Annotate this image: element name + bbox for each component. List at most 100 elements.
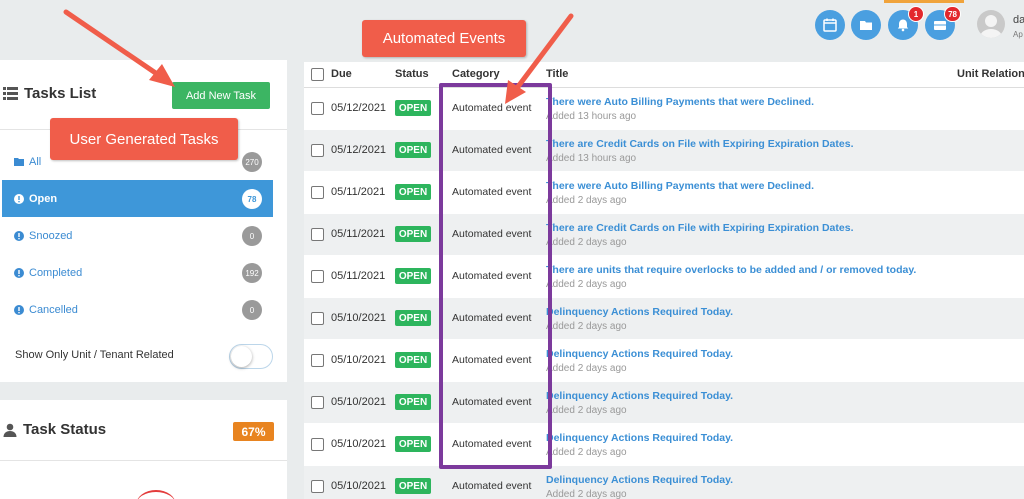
task-added-time: Added 2 days ago (546, 363, 627, 374)
table-row[interactable]: 05/10/2021 OPEN Automated event Delinquency… (304, 424, 1024, 466)
task-added-time: Added 2 days ago (546, 279, 627, 290)
task-title-link[interactable]: Delinquency Actions Required Today. (546, 390, 733, 402)
filter-label: Snoozed (29, 229, 73, 242)
row-checkbox[interactable] (311, 396, 324, 409)
tasks-list-heading: Tasks List (3, 85, 96, 102)
filter-cancelled[interactable]: Cancelled 0 (2, 291, 273, 328)
add-new-task-button[interactable]: Add New Task (172, 82, 270, 109)
due-date: 05/11/2021 (331, 270, 386, 282)
calendar-button[interactable] (815, 10, 845, 40)
column-category[interactable]: Category (452, 68, 500, 80)
column-due[interactable]: Due (331, 68, 352, 80)
due-date: 05/11/2021 (331, 228, 386, 240)
exclamation-icon (14, 304, 24, 315)
task-status-heading: Task Status (3, 421, 106, 438)
due-date: 05/10/2021 (331, 354, 387, 366)
column-status[interactable]: Status (395, 68, 429, 80)
toggle-knob (231, 346, 252, 367)
unit-tenant-toggle-label: Show Only Unit / Tenant Related (15, 349, 174, 361)
folder-button[interactable] (851, 10, 881, 40)
unit-tenant-toggle[interactable] (229, 344, 273, 369)
task-title-link[interactable]: There are units that require overlocks t… (546, 264, 916, 276)
task-title-link[interactable]: There are Credit Cards on File with Expi… (546, 222, 853, 234)
due-date: 05/10/2021 (331, 312, 387, 324)
status-badge: OPEN (395, 184, 431, 200)
automated-events-callout: Automated Events (362, 20, 526, 57)
select-all-checkbox[interactable] (311, 68, 324, 81)
due-date: 05/12/2021 (331, 102, 387, 114)
notifications-button[interactable]: 1 (888, 6, 924, 40)
task-added-time: Added 13 hours ago (546, 153, 637, 164)
table-row[interactable]: 05/10/2021 OPEN Automated event Delinquency… (304, 298, 1024, 340)
automated-events-highlight (439, 83, 552, 469)
filter-label: All (29, 155, 42, 168)
column-unit-relation[interactable]: Unit Relation (957, 68, 1024, 80)
filter-count: 78 (242, 189, 262, 209)
task-title-link[interactable]: Delinquency Actions Required Today. (546, 474, 733, 486)
filter-snoozed[interactable]: Snoozed 0 (2, 217, 273, 254)
notification-count-badge: 1 (908, 6, 924, 22)
category-cell: Automated event (452, 480, 532, 492)
task-added-time: Added 2 days ago (546, 489, 627, 499)
task-title-link[interactable]: There were Auto Billing Payments that we… (546, 180, 814, 192)
table-row[interactable]: 05/11/2021 OPEN Automated event There were … (304, 172, 1024, 214)
folder-icon (860, 21, 872, 30)
row-checkbox[interactable] (311, 354, 324, 367)
row-checkbox[interactable] (311, 186, 324, 199)
filter-label: Open (29, 192, 58, 205)
user-icon (3, 423, 17, 437)
table-row[interactable]: 05/10/2021 OPEN Automated event Delinquency… (304, 382, 1024, 424)
filter-open[interactable]: Open 78 (2, 180, 273, 217)
divider (0, 460, 287, 461)
bell-icon (897, 19, 909, 32)
task-added-time: Added 13 hours ago (546, 111, 637, 122)
task-title-link[interactable]: There were Auto Billing Payments that we… (546, 96, 814, 108)
due-date: 05/10/2021 (331, 480, 387, 492)
table-row[interactable]: 05/11/2021 OPEN Automated event There are u… (304, 256, 1024, 298)
task-title-link[interactable]: Delinquency Actions Required Today. (546, 432, 733, 444)
folder-icon (14, 157, 24, 167)
table-row[interactable]: 05/12/2021 OPEN Automated event There were … (304, 88, 1024, 130)
exclamation-icon (14, 230, 24, 241)
task-title-link[interactable]: Delinquency Actions Required Today. (546, 348, 733, 360)
messages-button[interactable]: 78 (925, 6, 961, 40)
task-added-time: Added 2 days ago (546, 321, 627, 332)
filter-label: Completed (29, 266, 83, 279)
row-checkbox[interactable] (311, 270, 324, 283)
top-accent-strip (884, 0, 964, 3)
inbox-icon (934, 21, 946, 30)
user-avatar[interactable] (977, 10, 1005, 38)
column-title[interactable]: Title (546, 68, 568, 80)
status-badge: OPEN (395, 478, 431, 494)
row-checkbox[interactable] (311, 480, 324, 493)
row-checkbox[interactable] (311, 144, 324, 157)
calendar-icon (823, 18, 837, 32)
status-badge: OPEN (395, 310, 431, 326)
exclamation-icon (14, 193, 24, 204)
due-date: 05/10/2021 (331, 438, 387, 450)
due-date: 05/11/2021 (331, 186, 386, 198)
row-checkbox[interactable] (311, 228, 324, 241)
table-header: Due Status Category Title Unit Relation (304, 62, 1024, 88)
table-row[interactable]: 05/10/2021 OPEN Automated event Delinquency… (304, 466, 1024, 499)
task-title-link[interactable]: There are Credit Cards on File with Expi… (546, 138, 853, 150)
row-checkbox[interactable] (311, 438, 324, 451)
task-added-time: Added 2 days ago (546, 237, 627, 248)
table-row[interactable]: 05/12/2021 OPEN Automated event There are C… (304, 130, 1024, 172)
user-generated-callout: User Generated Tasks (50, 118, 238, 160)
filter-completed[interactable]: Completed 192 (2, 254, 273, 291)
user-name[interactable]: da (1013, 14, 1024, 26)
user-subtitle: Ap (1013, 30, 1023, 39)
due-date: 05/12/2021 (331, 144, 387, 156)
status-badge: OPEN (395, 436, 431, 452)
row-checkbox[interactable] (311, 102, 324, 115)
list-icon (3, 87, 18, 100)
messages-count-badge: 78 (944, 6, 961, 22)
table-row[interactable]: 05/10/2021 OPEN Automated event Delinquency… (304, 340, 1024, 382)
row-checkbox[interactable] (311, 312, 324, 325)
task-title-link[interactable]: Delinquency Actions Required Today. (546, 306, 733, 318)
filter-count: 192 (242, 263, 262, 283)
table-row[interactable]: 05/11/2021 OPEN Automated event There are C… (304, 214, 1024, 256)
task-added-time: Added 2 days ago (546, 195, 627, 206)
tasks-list-panel: Tasks List Add New Task All 270 Open 78 … (0, 60, 287, 382)
